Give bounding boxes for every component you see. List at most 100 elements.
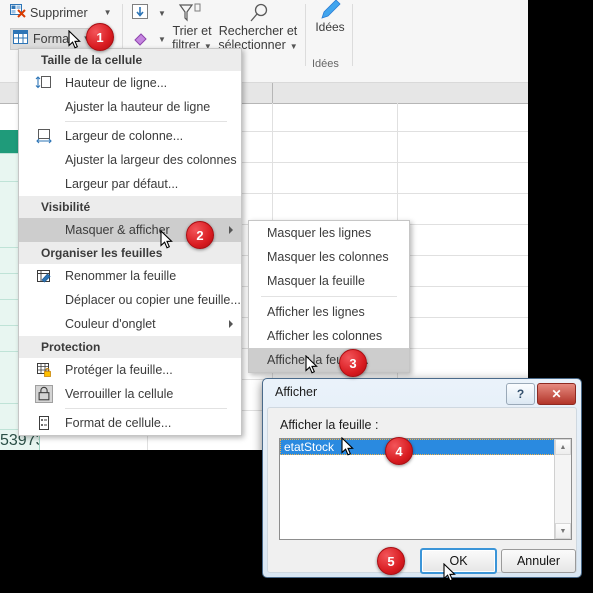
menu-item-verrouiller-la-cellule[interactable]: Verrouiller la cellule bbox=[19, 382, 241, 406]
ribbon-divider bbox=[305, 4, 306, 66]
list-item[interactable]: etatStock bbox=[280, 439, 571, 455]
menu-item-ajuster-largeur-colonnes[interactable]: Ajuster la largeur des colonnes bbox=[19, 148, 241, 172]
submenu-item-label: Masquer les lignes bbox=[267, 226, 372, 240]
eraser-icon bbox=[132, 30, 149, 49]
menu-item-label: Déplacer ou copier une feuille... bbox=[65, 293, 241, 307]
rechercher-selectionner-button[interactable]: Rechercher et sélectionner ▼ bbox=[213, 2, 303, 52]
clear-button[interactable]: ▼ bbox=[132, 30, 166, 49]
menu-item-label: Renommer la feuille bbox=[65, 269, 177, 283]
menu-item-deplacer-copier-feuille[interactable]: Déplacer ou copier une feuille... bbox=[19, 288, 241, 312]
chevron-right-icon bbox=[229, 226, 233, 234]
idea-pen-icon bbox=[321, 0, 341, 19]
mouse-cursor bbox=[305, 355, 318, 374]
step-badge-4: 4 bbox=[385, 437, 413, 465]
chevron-down-icon[interactable]: ▼ bbox=[290, 42, 298, 51]
mouse-cursor bbox=[341, 437, 354, 456]
dialog-titlebar[interactable]: Afficher ? ✕ bbox=[265, 381, 579, 407]
menu-item-label: Largeur par défaut... bbox=[65, 177, 179, 191]
idees-group-label: Idées bbox=[312, 58, 339, 70]
rename-sheet-icon bbox=[35, 267, 53, 285]
step-badge-3: 3 bbox=[339, 349, 367, 377]
close-button[interactable]: ✕ bbox=[537, 383, 576, 405]
submenu-item-masquer-les-colonnes[interactable]: Masquer les colonnes bbox=[249, 245, 409, 269]
menu-item-proteger-la-feuille[interactable]: Protéger la feuille... bbox=[19, 358, 241, 382]
menu-item-label: Hauteur de ligne... bbox=[65, 76, 168, 90]
afficher-dialog[interactable]: Afficher ? ✕ Afficher la feuille : etatS… bbox=[262, 378, 582, 578]
submenu-item-masquer-la-feuille[interactable]: Masquer la feuille bbox=[249, 269, 409, 293]
menu-item-label: Format de cellule... bbox=[65, 416, 172, 430]
masquer-afficher-submenu[interactable]: Masquer les lignes Masquer les colonnes … bbox=[248, 220, 410, 373]
menu-item-hauteur-de-ligne[interactable]: Hauteur de ligne... bbox=[19, 71, 241, 95]
step-badge-2: 2 bbox=[186, 221, 214, 249]
ribbon-divider bbox=[352, 4, 353, 66]
idees-button-label: Idées bbox=[315, 20, 345, 34]
menu-item-largeur-de-colonne[interactable]: Largeur de colonne... bbox=[19, 124, 241, 148]
mouse-cursor bbox=[443, 563, 456, 582]
menu-item-label: Largeur de colonne... bbox=[65, 129, 184, 143]
column-width-icon bbox=[35, 127, 53, 145]
menu-item-format-de-cellule[interactable]: Format de cellule... bbox=[19, 411, 241, 435]
submenu-item-masquer-les-lignes[interactable]: Masquer les lignes bbox=[249, 221, 409, 245]
listbox-scrollbar[interactable]: ▲ ▼ bbox=[554, 439, 571, 539]
step-number: 1 bbox=[96, 29, 104, 45]
column-header-L[interactable] bbox=[272, 83, 397, 103]
step-badge-1: 1 bbox=[86, 23, 114, 51]
chevron-down-icon[interactable]: ▼ bbox=[158, 9, 166, 18]
submenu-item-label: Masquer les colonnes bbox=[267, 250, 389, 264]
menu-item-label: Ajuster la largeur des colonnes bbox=[65, 153, 237, 167]
menu-item-largeur-par-defaut[interactable]: Largeur par défaut... bbox=[19, 172, 241, 196]
menu-item-label: Masquer & afficher bbox=[65, 223, 170, 237]
protect-sheet-icon bbox=[35, 361, 53, 379]
close-icon: ✕ bbox=[551, 387, 562, 401]
dialog-window-buttons: ? ✕ bbox=[504, 383, 576, 405]
ok-button[interactable]: OK bbox=[420, 548, 497, 574]
mouse-cursor bbox=[160, 230, 173, 249]
dialog-title: Afficher bbox=[275, 385, 318, 399]
search-icon bbox=[250, 3, 268, 22]
supprimer-label: Supprimer bbox=[30, 6, 88, 20]
submenu-item-afficher-la-feuille[interactable]: Afficher la feuille... bbox=[249, 348, 409, 372]
submenu-item-label: Masquer la feuille bbox=[267, 274, 365, 288]
menu-item-label: Couleur d'onglet bbox=[65, 317, 156, 331]
menu-item-couleur-onglet[interactable]: Couleur d'onglet bbox=[19, 312, 241, 336]
format-cells-icon bbox=[35, 414, 53, 432]
menu-item-label: Protéger la feuille... bbox=[65, 363, 173, 377]
scroll-up-icon[interactable]: ▲ bbox=[555, 439, 571, 455]
dialog-body: Afficher la feuille : etatStock ▲ ▼ OK A… bbox=[267, 407, 577, 574]
menu-item-label: Ajuster la hauteur de ligne bbox=[65, 100, 211, 114]
trier-et-filtrer-button[interactable]: Trier et filtrer ▼ bbox=[172, 2, 212, 52]
step-badge-5: 5 bbox=[377, 547, 405, 575]
step-number: 3 bbox=[349, 355, 357, 371]
step-number: 5 bbox=[387, 553, 395, 569]
chevron-right-icon bbox=[229, 320, 233, 328]
menu-item-renommer-la-feuille[interactable]: Renommer la feuille bbox=[19, 264, 241, 288]
format-button[interactable]: Format ▼ bbox=[10, 28, 96, 50]
menu-item-ajuster-hauteur-ligne[interactable]: Ajuster la hauteur de ligne bbox=[19, 95, 241, 119]
step-number: 2 bbox=[196, 227, 204, 243]
scroll-down-icon[interactable]: ▼ bbox=[555, 523, 571, 539]
supprimer-button[interactable]: Supprimer ▼ bbox=[10, 4, 112, 22]
sort-filter-small-button[interactable]: ▼ bbox=[132, 4, 166, 23]
submenu-item-label: Afficher les colonnes bbox=[267, 329, 383, 343]
idees-button[interactable]: Idées bbox=[312, 0, 348, 34]
menu-section-protection: Protection bbox=[19, 336, 241, 358]
cancel-button[interactable]: Annuler bbox=[501, 549, 576, 573]
sort-descending-icon bbox=[132, 4, 149, 23]
submenu-item-afficher-les-lignes[interactable]: Afficher les lignes bbox=[249, 300, 409, 324]
chevron-down-icon[interactable]: ▼ bbox=[104, 9, 112, 17]
sort-filter-icon bbox=[178, 3, 201, 22]
chevron-down-icon[interactable]: ▼ bbox=[158, 35, 166, 44]
submenu-separator bbox=[261, 296, 397, 297]
rechercher-label-line1: Rechercher et bbox=[218, 24, 298, 38]
format-cells-icon bbox=[13, 30, 29, 48]
afficher-la-feuille-label: Afficher la feuille : bbox=[280, 418, 379, 432]
menu-item-label: Verrouiller la cellule bbox=[65, 387, 174, 401]
menu-separator bbox=[65, 408, 227, 409]
trier-label-line1: Trier et bbox=[172, 24, 212, 38]
cancel-button-label: Annuler bbox=[516, 554, 561, 568]
submenu-item-label: Afficher les lignes bbox=[267, 305, 365, 319]
help-button[interactable]: ? bbox=[506, 383, 535, 405]
sheet-listbox[interactable]: etatStock ▲ ▼ bbox=[279, 438, 572, 540]
submenu-item-afficher-les-colonnes[interactable]: Afficher les colonnes bbox=[249, 324, 409, 348]
help-icon: ? bbox=[516, 387, 525, 401]
